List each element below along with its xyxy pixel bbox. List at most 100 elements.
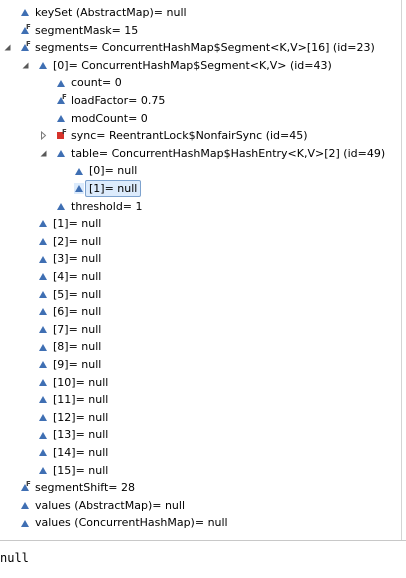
field-icon: F (20, 480, 31, 493)
variable-label: [2]= null (53, 234, 102, 248)
field-icon: F (20, 22, 31, 36)
tree-row-table-0[interactable]: [0]= null (74, 162, 137, 180)
collapsed-arrow-icon[interactable] (39, 131, 48, 141)
tree-row-modcount[interactable]: modCount= 0 (56, 110, 148, 128)
variable-label: segmentShift= 28 (35, 481, 135, 495)
tree-row-segment-4[interactable]: [4]= null (38, 268, 101, 286)
tree-row-segment-2[interactable]: [2]= null (38, 233, 101, 251)
tree-row-segmentshift[interactable]: FsegmentShift= 28 (20, 479, 135, 497)
tree-row-table-1-selected[interactable]: [1]= null (74, 180, 142, 198)
tree-row-table[interactable]: table= ConcurrentHashMap$HashEntry<K,V>[… (40, 145, 386, 163)
field-icon (38, 324, 48, 335)
tree-row-segment-7[interactable]: [7]= null (38, 321, 101, 339)
field-icon (20, 7, 30, 18)
variable-label: [0]= null (89, 164, 138, 178)
variable-label: loadFactor= 0.75 (71, 94, 166, 107)
field-icon (38, 394, 48, 405)
field-icon (38, 377, 48, 388)
private-field-icon: F (56, 128, 67, 141)
field-icon: F (20, 40, 31, 53)
variable-label: [15]= null (53, 463, 109, 477)
variables-tree[interactable]: keySet (AbstractMap)= null FsegmentMask=… (0, 0, 402, 540)
variable-label: values (AbstractMap)= null (35, 498, 186, 512)
field-icon (38, 342, 48, 353)
variable-label: values (ConcurrentHashMap)= null (35, 516, 228, 530)
tree-row-loadfactor[interactable]: FloadFactor= 0.75 (56, 92, 165, 110)
tree-row-sync[interactable]: Fsync= ReentrantLock$NonfairSync (id=45) (41, 127, 308, 145)
tree-row-segment-5[interactable]: [5]= null (38, 286, 101, 304)
variable-label: [10]= null (53, 375, 109, 389)
variable-label: [0]= ConcurrentHashMap$Segment<K,V> (id=… (53, 58, 332, 72)
field-icon (56, 78, 66, 89)
field-icon (38, 447, 48, 458)
final-modifier-icon: F (26, 22, 31, 31)
field-icon (20, 518, 30, 529)
field-icon (38, 306, 48, 317)
variable-label: count= 0 (71, 76, 122, 90)
final-modifier-icon: F (62, 93, 67, 102)
field-icon (38, 218, 48, 229)
variable-label: [14]= null (53, 446, 109, 459)
variable-label: [12]= null (53, 410, 109, 424)
tree-row-segment-13[interactable]: [13]= null (38, 426, 108, 444)
variable-label: sync= ReentrantLock$NonfairSync (id=45) (71, 129, 308, 143)
field-icon (38, 254, 48, 265)
variable-label: segments= ConcurrentHashMap$Segment<K,V>… (35, 41, 375, 55)
tree-row-values-abstractmap[interactable]: values (AbstractMap)= null (20, 497, 185, 515)
field-icon (56, 113, 66, 124)
variable-label: [3]= null (53, 252, 102, 266)
expanded-arrow-icon[interactable] (39, 149, 48, 158)
tree-row-segment-3[interactable]: [3]= null (38, 250, 101, 268)
tree-row-keyset-abstractmap[interactable]: keySet (AbstractMap)= null (20, 4, 187, 22)
tree-row-segment-14[interactable]: [14]= null (38, 444, 108, 462)
console-panel[interactable]: null (0, 541, 406, 578)
field-icon (74, 183, 84, 195)
variable-label: [11]= null (53, 393, 109, 407)
tree-row-segmentmask[interactable]: FsegmentMask= 15 (20, 22, 138, 40)
tree-row-segment-9[interactable]: [9]= null (38, 356, 101, 374)
variable-label: [8]= null (53, 340, 102, 354)
tree-row-segments[interactable]: Fsegments= ConcurrentHashMap$Segment<K,V… (4, 39, 375, 57)
variable-label: [7]= null (53, 322, 102, 336)
field-icon (74, 166, 84, 177)
tree-row-threshold[interactable]: threshold= 1 (56, 198, 143, 216)
field-icon (38, 60, 48, 71)
final-modifier-icon: F (62, 128, 67, 137)
expanded-arrow-icon[interactable] (3, 43, 12, 52)
variable-label: threshold= 1 (71, 199, 143, 213)
variable-label: [1]= null (85, 180, 142, 198)
tree-row-values-concurrenthashmap[interactable]: values (ConcurrentHashMap)= null (20, 514, 228, 532)
final-modifier-icon: F (26, 40, 31, 49)
variable-label: keySet (AbstractMap)= null (35, 6, 187, 19)
variable-label: modCount= 0 (71, 111, 148, 125)
tree-row-segment-6[interactable]: [6]= null (38, 303, 101, 321)
field-icon (38, 412, 48, 423)
field-icon (38, 236, 48, 247)
field-icon (38, 430, 48, 441)
tree-row-segment-8[interactable]: [8]= null (38, 338, 101, 356)
final-modifier-icon: F (26, 480, 31, 489)
variable-label: table= ConcurrentHashMap$HashEntry<K,V>[… (71, 146, 386, 160)
variable-label: segmentMask= 15 (35, 23, 139, 37)
tree-row-segment-1[interactable]: [1]= null (38, 215, 101, 233)
expanded-arrow-icon[interactable] (21, 61, 30, 70)
variable-label: [6]= null (53, 305, 102, 319)
tree-row-count[interactable]: count= 0 (56, 74, 122, 92)
console-output: null (0, 551, 29, 565)
tree-row-segment-11[interactable]: [11]= null (38, 391, 108, 409)
variable-label: [5]= null (53, 287, 102, 301)
tree-row-segment-12[interactable]: [12]= null (38, 409, 108, 427)
field-icon (56, 201, 66, 212)
field-icon: F (56, 93, 67, 106)
tree-row-segment-15[interactable]: [15]= null (38, 462, 108, 480)
tree-row-segment-0[interactable]: [0]= ConcurrentHashMap$Segment<K,V> (id=… (22, 57, 332, 75)
variable-label: [13]= null (53, 428, 109, 442)
tree-row-segment-10[interactable]: [10]= null (38, 374, 108, 392)
field-icon (38, 359, 48, 370)
variable-label: [1]= null (53, 217, 102, 231)
field-icon (38, 289, 48, 300)
field-icon (38, 465, 48, 476)
field-icon (38, 271, 48, 282)
variable-label: [4]= null (53, 270, 102, 283)
variable-label: [9]= null (53, 358, 102, 371)
